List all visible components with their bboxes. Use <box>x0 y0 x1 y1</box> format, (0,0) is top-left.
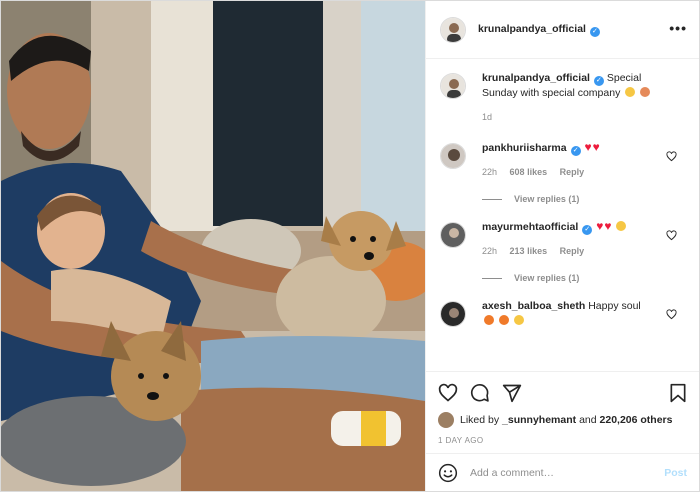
post-actions: Liked by _sunnyhemant and 220,206 others… <box>426 371 699 445</box>
more-options-icon[interactable]: ••• <box>669 21 687 37</box>
comment-input[interactable] <box>470 466 665 479</box>
comment-body: pankhuriisharma ✓ ♥♥ 22h 608 likes Reply <box>482 141 685 180</box>
instagram-post: krunalpandya_official ✓ ••• krunalpandya_… <box>0 0 700 492</box>
caption-body: krunalpandya_official ✓ Special Sunday wi… <box>482 71 685 125</box>
bear-emoji-icon <box>640 87 651 97</box>
add-comment-bar: Post <box>426 453 699 491</box>
comment-username[interactable]: axesh_balboa_sheth <box>482 300 585 312</box>
red-heart-emoji-icon: ♥ <box>604 219 612 233</box>
fire-emoji-icon <box>484 315 494 325</box>
reply-button[interactable]: Reply <box>560 167 585 177</box>
author-avatar[interactable] <box>440 16 466 43</box>
likes-summary: Liked by _sunnyhemant and 220,206 others <box>438 412 687 428</box>
comment-meta: 22h 608 likes Reply <box>482 165 661 180</box>
bookmark-icon[interactable] <box>669 383 687 403</box>
liker-username[interactable]: _sunnyhemant <box>502 414 576 426</box>
comment-avatar[interactable] <box>440 222 466 248</box>
side-panel: krunalpandya_official ✓ ••• krunalpandya_… <box>425 1 699 491</box>
smiling-face-emoji-icon <box>625 87 636 97</box>
comment-age[interactable]: 22h <box>482 246 497 256</box>
comment-avatar[interactable] <box>440 301 466 327</box>
caption-avatar[interactable] <box>440 73 466 99</box>
action-icons <box>438 380 687 406</box>
comment-age[interactable]: 22h <box>482 167 497 177</box>
comment-text: Happy soul <box>588 300 641 312</box>
verified-badge-icon: ✓ <box>582 225 593 235</box>
heart-eyes-emoji-icon <box>616 221 627 231</box>
fire-emoji-icon <box>498 315 509 325</box>
likes-count[interactable]: 220,206 others <box>600 414 673 426</box>
verified-badge-icon: ✓ <box>589 26 600 37</box>
likes-and: and <box>579 414 597 426</box>
comment-username[interactable]: pankhuriisharma <box>482 142 567 154</box>
avatar-image <box>441 17 465 42</box>
photo-illustration <box>1 1 425 491</box>
comments-list: krunalpandya_official ✓ Special Sunday wi… <box>426 59 699 371</box>
comment-body: axesh_balboa_sheth Happy soul <box>482 299 685 329</box>
share-icon[interactable] <box>502 383 522 403</box>
comment-icon[interactable] <box>470 383 490 403</box>
red-heart-emoji-icon: ♥ <box>584 140 592 154</box>
reply-button[interactable]: Reply <box>560 246 585 256</box>
comment-likes[interactable]: 608 likes <box>510 167 548 177</box>
heart-icon[interactable] <box>438 383 458 403</box>
like-comment-heart-icon[interactable] <box>666 151 677 162</box>
caption: krunalpandya_official ✓ Special Sunday wi… <box>440 71 685 125</box>
post-comment-button[interactable]: Post <box>664 467 687 479</box>
caption-age[interactable]: 1d <box>482 112 492 122</box>
avatar-image <box>441 223 465 247</box>
red-heart-emoji-icon: ♥ <box>592 140 600 154</box>
avatar-image <box>441 302 465 326</box>
like-comment-heart-icon[interactable] <box>666 309 677 320</box>
post-photo[interactable] <box>1 1 425 491</box>
caption-username[interactable]: krunalpandya_official <box>482 72 590 84</box>
verified-badge-icon: ✓ <box>593 76 604 86</box>
view-replies-button[interactable]: View replies (1) <box>482 273 685 283</box>
comment-item: axesh_balboa_sheth Happy soul <box>440 299 685 329</box>
avatar-image <box>441 144 465 168</box>
view-replies-button[interactable]: View replies (1) <box>482 194 685 204</box>
post-header: krunalpandya_official ✓ ••• <box>426 1 699 59</box>
comment-item: mayurmehtaofficial ✓ ♥♥ 22h 213 likes Rep… <box>440 220 685 259</box>
smiling-face-emoji-icon <box>513 315 524 325</box>
post-age[interactable]: 1 DAY AGO <box>438 436 687 445</box>
comment-username[interactable]: mayurmehtaofficial <box>482 221 578 233</box>
author-username[interactable]: krunalpandya_official ✓ <box>478 23 600 37</box>
smiley-icon[interactable] <box>438 463 458 483</box>
comment-avatar[interactable] <box>440 143 466 169</box>
liker-avatar[interactable] <box>438 412 454 428</box>
comment-body: mayurmehtaofficial ✓ ♥♥ 22h 213 likes Rep… <box>482 220 685 259</box>
comment-item: pankhuriisharma ✓ ♥♥ 22h 608 likes Reply <box>440 141 685 180</box>
like-comment-heart-icon[interactable] <box>666 230 677 241</box>
author-username-text[interactable]: krunalpandya_official <box>478 23 586 35</box>
comment-meta: 22h 213 likes Reply <box>482 244 661 259</box>
red-heart-emoji-icon: ♥ <box>596 219 604 233</box>
verified-badge-icon: ✓ <box>570 146 581 156</box>
avatar-image <box>441 74 465 98</box>
likes-prefix: Liked by <box>460 414 500 426</box>
comment-likes[interactable]: 213 likes <box>510 246 548 256</box>
caption-meta: 1d <box>482 110 661 125</box>
